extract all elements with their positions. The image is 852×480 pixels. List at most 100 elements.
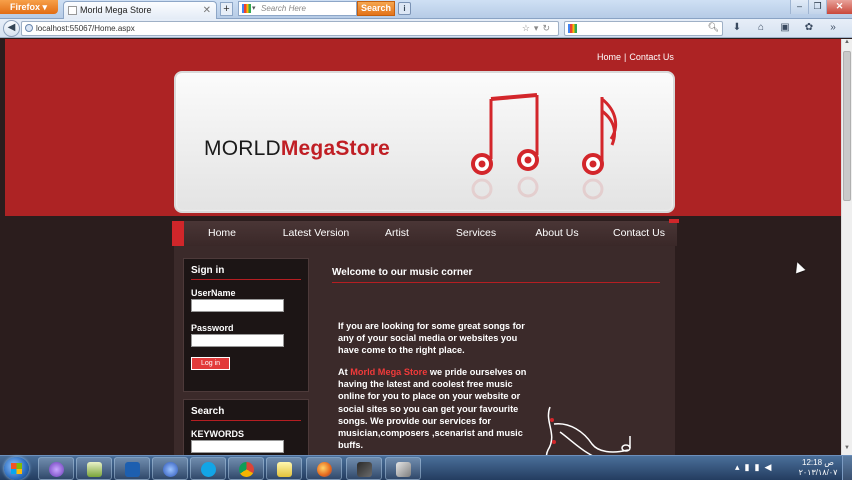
password-field[interactable] [191,334,284,347]
screenshot-icon[interactable]: ▣ [777,21,793,36]
page-scrollbar[interactable]: ▲ ▼ [841,39,852,455]
signal-icon[interactable]: ▮ [754,462,764,472]
firefox-menu-button[interactable]: Firefox ▾ [0,0,58,14]
scroll-up-icon[interactable]: ▲ [842,39,852,49]
search-panel: Search KEYWORDS [183,399,309,455]
globe-icon [25,24,33,32]
browser-navigation-bar: ◀ localhost:55067/Home.aspx ☆▾↻ 🔍︎ ⬇ ⌂ ▣… [0,19,852,38]
logo-part1: MORLD [204,137,281,160]
signin-title: Sign in [191,265,301,280]
close-tab-icon[interactable]: ✕ [203,2,211,19]
taskbar-app-10[interactable] [385,457,421,480]
password-label: Password [191,323,234,333]
clock-time-value: 12:18 [802,458,823,467]
close-window-icon[interactable]: ✕ [826,0,852,14]
about-text: we pride ourselves on having the latest … [338,367,527,451]
show-hidden-icons-icon[interactable]: ▴ [735,462,745,472]
folder-icon [277,462,292,477]
window-controls: – ❐ ✕ [790,0,852,14]
search-icon[interactable]: 🔍︎ [708,22,719,33]
home-icon[interactable]: ⌂ [753,21,769,36]
network-icon[interactable]: ▮ [745,462,755,472]
skype-icon [201,462,216,477]
taskbar-app-8[interactable] [306,457,342,480]
restore-icon[interactable]: ❐ [808,0,826,14]
menu-item-services[interactable]: Services [446,221,506,246]
download-icon[interactable]: ⬇ [729,21,745,36]
visual-studio-icon [163,462,178,477]
top-link-contact[interactable]: Contact Us [629,52,674,62]
taskbar-app-9[interactable] [346,457,382,480]
menu-overflow-icon[interactable]: » [825,21,841,36]
clock-date: ٢٠١٣/١٨/٠٧ [798,468,838,477]
web-page: Home | Contact Us MORLDMegaStore Home La… [0,39,852,455]
bookmark-star-icon[interactable]: ☆ [522,23,534,33]
login-button[interactable]: Log in [191,357,230,370]
show-desktop-button[interactable] [842,456,852,480]
google-icon [568,24,577,33]
reload-icon[interactable]: ↻ [542,23,554,33]
chart-app-icon [87,462,102,477]
taskbar-app-3[interactable] [114,457,150,480]
menu-item-contact-us[interactable]: Contact Us [604,221,674,246]
google-icon [242,4,251,13]
clock-ampm: ص [824,458,834,467]
toolbar-search-placeholder: Search Here [261,4,306,13]
minimize-icon[interactable]: – [790,0,808,14]
site-logo[interactable]: MORLDMegaStore [204,137,390,161]
menu-item-latest-version[interactable]: Latest Version [276,221,356,246]
firefox-icon [317,462,332,477]
about-prefix: At [338,367,351,377]
start-button[interactable] [4,457,29,480]
scrollbar-thumb[interactable] [843,51,851,201]
tool-app-icon [396,462,411,477]
username-field[interactable] [191,299,284,312]
top-link-home[interactable]: Home [597,52,621,62]
browser-tab[interactable]: Morld Mega Store ✕ [63,1,217,19]
scroll-down-icon[interactable]: ▼ [842,445,852,455]
toolbar-search-button[interactable]: Search [357,1,395,16]
windows-logo-icon [11,463,22,474]
tab-title: Morld Mega Store [80,5,152,15]
firefox-menu-label: Firefox [10,2,41,12]
back-arrow-icon[interactable]: ◀ [3,20,20,37]
taskbar-clock[interactable]: ص 12:18 ٢٠١٣/١٨/٠٧ [797,458,839,478]
taskbar-app-7[interactable] [266,457,302,480]
address-bar[interactable]: localhost:55067/Home.aspx ☆▾↻ [21,21,559,36]
taskbar-app-1[interactable] [38,457,74,480]
addon-icon[interactable]: ✿ [801,21,817,36]
top-links: Home | Contact Us [597,52,674,62]
terminal-icon [357,462,372,477]
chevron-down-icon[interactable]: ▾ [252,2,256,15]
page-favicon-icon [68,6,77,15]
browser-tab-bar: Firefox ▾ Morld Mega Store ✕ + ▾ Search … [0,0,852,19]
info-icon[interactable]: i [398,2,411,15]
volume-icon[interactable]: ◀ [764,462,776,472]
maxthon-icon [125,462,140,477]
music-notes-icon [471,93,618,200]
brand-name: Morld Mega Store [350,367,428,377]
username-label: UserName [191,288,236,298]
welcome-heading: Welcome to our music corner [332,267,660,283]
chrome-icon [239,462,254,477]
main-menu: Home Latest Version Artist Services Abou… [172,219,679,246]
google-search-input[interactable]: 🔍︎ [564,21,723,36]
toolbar-icons: ⬇ ⌂ ▣ ✿ » [729,21,841,36]
logo-part2: MegaStore [280,137,391,160]
system-tray: ▴▮▮◀ [735,462,776,473]
header-banner: MORLDMegaStore [174,71,675,213]
new-tab-button[interactable]: + [220,2,233,16]
windows-taskbar: ▴▮▮◀ ص 12:18 ٢٠١٣/١٨/٠٧ [0,455,852,480]
taskbar-app-5[interactable] [190,457,226,480]
taskbar-app-4[interactable] [152,457,188,480]
toolbar-search-input[interactable]: ▾ Search Here [238,1,357,16]
taskbar-app-6[interactable] [228,457,264,480]
keywords-input[interactable] [191,440,284,453]
menu-item-artist[interactable]: Artist [372,221,422,246]
menu-item-home[interactable]: Home [198,221,246,246]
top-link-separator: | [624,52,627,62]
address-bar-url: localhost:55067/Home.aspx [36,24,135,33]
menu-item-about-us[interactable]: About Us [527,221,587,246]
taskbar-app-2[interactable] [76,457,112,480]
clock-time: ص 12:18 [797,458,839,468]
